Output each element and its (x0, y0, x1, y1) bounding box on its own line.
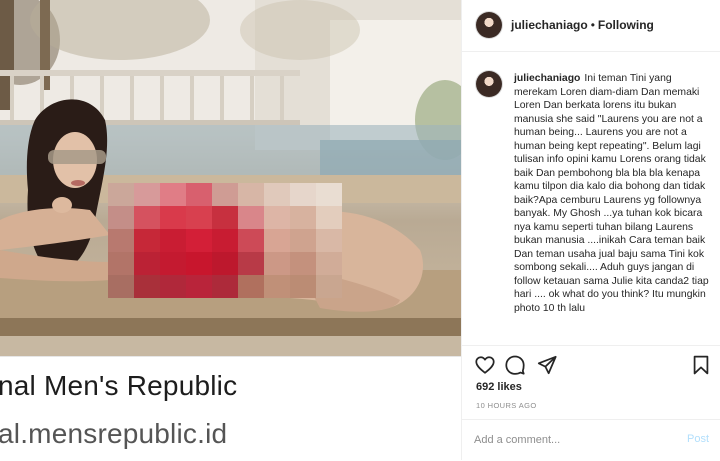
mosaic-tile (316, 252, 342, 275)
bookmark-icon[interactable] (690, 354, 712, 376)
post-sidebar: juliechaniago • Following juliechaniago Ini… (461, 0, 720, 460)
mosaic-tile (316, 275, 342, 298)
mosaic-tile (160, 252, 186, 275)
caption-avatar[interactable] (476, 71, 502, 97)
mosaic-tile (238, 206, 264, 229)
share-icon[interactable] (536, 354, 558, 376)
mosaic-tile (134, 183, 160, 206)
mosaic-tile (316, 183, 342, 206)
mosaic-tile (160, 183, 186, 206)
comment-box: Post (462, 419, 720, 461)
mosaic-tile (212, 252, 238, 275)
mosaic-tile (290, 252, 316, 275)
post-photo[interactable] (0, 0, 461, 356)
post-media-pane: nal Men's Republic al.mensrepublic.id (0, 0, 461, 460)
mosaic-tile (290, 183, 316, 206)
mosaic-tile (238, 229, 264, 252)
post-timestamp[interactable]: 10 HOURS AGO (476, 401, 537, 410)
mosaic-tile (160, 206, 186, 229)
mosaic-tile (186, 252, 212, 275)
post-header: juliechaniago • Following (462, 0, 720, 52)
mosaic-tile (264, 229, 290, 252)
censor-mosaic (108, 183, 342, 298)
mosaic-tile (186, 183, 212, 206)
mosaic-tile (134, 206, 160, 229)
mosaic-tile (212, 229, 238, 252)
caption-body: Ini teman Tini yang merekam Loren diam-d… (514, 73, 709, 314)
mosaic-tile (160, 275, 186, 298)
author-avatar[interactable] (476, 12, 502, 38)
caption-username[interactable]: juliechaniago (514, 73, 580, 84)
mosaic-tile (108, 183, 134, 206)
post-comment-button[interactable]: Post (687, 433, 709, 445)
header-text: juliechaniago • Following (511, 18, 654, 32)
banner-url[interactable]: al.mensrepublic.id (0, 418, 227, 450)
follow-status[interactable]: Following (598, 18, 654, 32)
mosaic-tile (238, 275, 264, 298)
banner-title: nal Men's Republic (0, 370, 238, 401)
mosaic-tile (108, 206, 134, 229)
mosaic-tile (264, 183, 290, 206)
action-bar: 692 likes 10 HOURS AGO (462, 345, 720, 410)
mosaic-tile (160, 229, 186, 252)
comment-input[interactable] (474, 431, 664, 449)
mosaic-tile (238, 183, 264, 206)
photo-scene (0, 0, 461, 356)
mosaic-tile (134, 275, 160, 298)
mosaic-tile (108, 275, 134, 298)
caption-text: juliechaniago Ini teman Tini yang merekam… (514, 72, 709, 315)
likes-count[interactable]: 692 likes (476, 381, 522, 393)
media-divider (0, 356, 461, 357)
mosaic-tile (108, 252, 134, 275)
mosaic-tile (186, 206, 212, 229)
mosaic-tile (290, 206, 316, 229)
mosaic-tile (316, 206, 342, 229)
mosaic-tile (290, 229, 316, 252)
mosaic-tile (238, 252, 264, 275)
mosaic-tile (264, 206, 290, 229)
mosaic-tile (316, 229, 342, 252)
mosaic-tile (212, 275, 238, 298)
mosaic-tile (290, 275, 316, 298)
mosaic-tile (264, 275, 290, 298)
mosaic-tile (134, 252, 160, 275)
mosaic-tile (212, 206, 238, 229)
comment-icon[interactable] (504, 354, 526, 376)
caption-area: juliechaniago Ini teman Tini yang merekam… (462, 51, 720, 345)
mosaic-tile (264, 252, 290, 275)
mosaic-tile (186, 275, 212, 298)
mosaic-tile (212, 183, 238, 206)
mosaic-tile (134, 229, 160, 252)
heart-icon[interactable] (474, 354, 496, 376)
separator-dot: • (590, 18, 595, 32)
mosaic-tile (186, 229, 212, 252)
mosaic-tile (108, 229, 134, 252)
author-username[interactable]: juliechaniago (511, 18, 588, 32)
